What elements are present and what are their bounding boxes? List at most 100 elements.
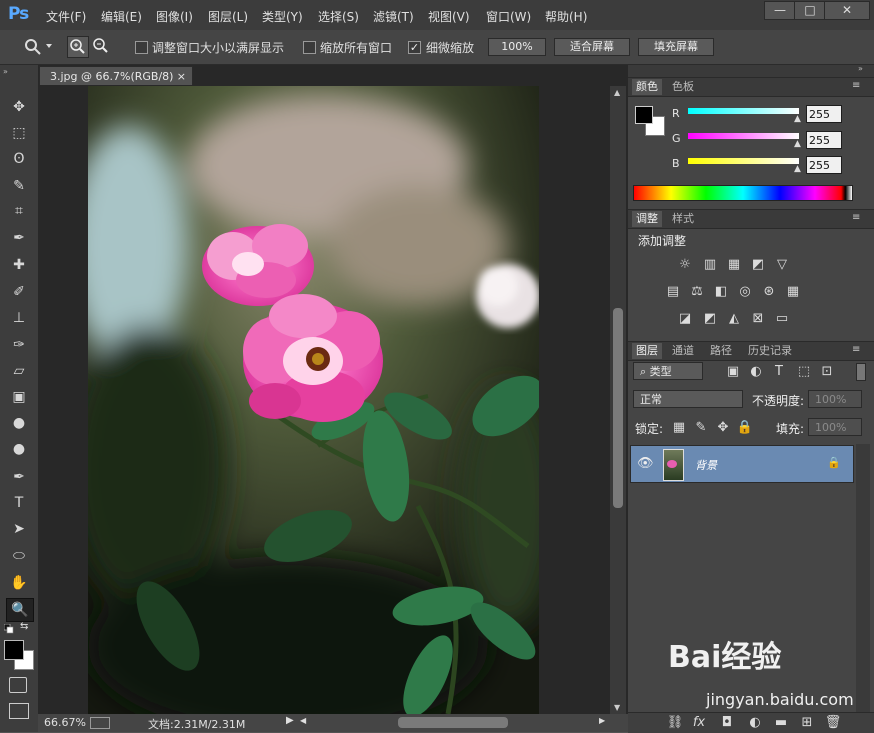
menu-type[interactable]: 类型(Y): [262, 8, 303, 25]
zoom-all-windows-checkbox[interactable]: [303, 41, 316, 54]
tab-styles[interactable]: 样式: [668, 211, 698, 227]
tab-layers[interactable]: 图层: [632, 343, 662, 359]
close-window-button[interactable]: ✕: [824, 1, 870, 20]
lock-transparent-icon[interactable]: ▦: [670, 421, 688, 435]
healing-brush-tool[interactable]: ✚: [6, 254, 32, 276]
color-foreground-swatch[interactable]: [635, 106, 653, 124]
scroll-down-icon[interactable]: ▼: [614, 703, 620, 712]
lock-all-icon[interactable]: 🔒: [736, 421, 754, 435]
marquee-tool[interactable]: ⬚: [6, 122, 32, 144]
clone-stamp-tool[interactable]: ⊥: [6, 307, 32, 329]
menu-help[interactable]: 帮助(H): [545, 8, 587, 25]
brush-tool[interactable]: ✐: [6, 281, 32, 303]
filter-type-icon[interactable]: T: [770, 365, 788, 379]
scroll-right-icon[interactable]: ▶: [599, 716, 605, 725]
document-tab[interactable]: 3.jpg @ 66.7%(RGB/8) ×: [39, 66, 193, 85]
pen-tool[interactable]: ✒: [6, 466, 32, 488]
brightness-contrast-icon[interactable]: ☼: [676, 258, 694, 272]
curves-icon[interactable]: ▦: [725, 258, 743, 272]
scrubby-zoom-checkbox[interactable]: ✓: [408, 41, 421, 54]
status-menu-arrow-icon[interactable]: ▶: [286, 715, 294, 726]
filter-toggle[interactable]: [856, 363, 866, 381]
black-white-icon[interactable]: ◧: [712, 285, 730, 299]
filter-smart-object-icon[interactable]: ⊡: [818, 365, 836, 379]
slider-handle-icon[interactable]: ▲: [794, 114, 801, 124]
zoom-out-icon[interactable]: [91, 36, 111, 56]
lock-image-icon[interactable]: ✎: [692, 421, 710, 435]
exposure-icon[interactable]: ◩: [749, 258, 767, 272]
threshold-icon[interactable]: ◭: [725, 312, 743, 326]
invert-icon[interactable]: ◪: [676, 312, 694, 326]
fill-field[interactable]: 100%: [808, 418, 862, 436]
new-adjustment-icon[interactable]: ◐: [746, 716, 764, 730]
slider-handle-icon[interactable]: ▲: [794, 139, 801, 149]
trash-icon[interactable]: 🗑: [824, 716, 842, 730]
share-icon[interactable]: [90, 717, 110, 729]
eraser-tool[interactable]: ▱: [6, 360, 32, 382]
menu-view[interactable]: 视图(V): [428, 8, 470, 25]
menu-window[interactable]: 窗口(W): [486, 8, 531, 25]
move-tool[interactable]: ✥: [6, 96, 32, 118]
posterize-icon[interactable]: ◩: [701, 312, 719, 326]
menu-layer[interactable]: 图层(L): [208, 8, 248, 25]
horizontal-scroll-thumb[interactable]: [398, 717, 508, 728]
ellipse-tool[interactable]: ⬭: [6, 545, 32, 567]
menu-select[interactable]: 选择(S): [318, 8, 359, 25]
crop-tool[interactable]: ⌗: [6, 200, 32, 222]
menu-edit[interactable]: 编辑(E): [101, 8, 142, 25]
foreground-color-swatch[interactable]: [4, 640, 24, 660]
gradient-tool[interactable]: ▣: [6, 386, 32, 408]
tab-swatches[interactable]: 色板: [668, 79, 698, 95]
scroll-left-icon[interactable]: ◀: [300, 716, 306, 725]
fit-screen-button[interactable]: 适合屏幕: [554, 38, 630, 56]
filter-pixel-icon[interactable]: ▣: [724, 365, 742, 379]
zoom-tool[interactable]: 🔍: [6, 598, 34, 622]
scroll-up-icon[interactable]: ▲: [614, 88, 620, 97]
channel-r-slider[interactable]: [688, 108, 799, 114]
color-spectrum-bar[interactable]: [633, 185, 853, 201]
add-mask-icon[interactable]: ◘: [718, 716, 736, 730]
zoom-level[interactable]: 66.67%: [44, 716, 86, 729]
color-balance-icon[interactable]: ⚖: [688, 285, 706, 299]
menu-image[interactable]: 图像(I): [156, 8, 193, 25]
tab-adjustments[interactable]: 调整: [632, 211, 662, 227]
fx-icon[interactable]: fx: [690, 716, 708, 730]
resize-windows-checkbox[interactable]: [135, 41, 148, 54]
chevron-down-icon[interactable]: [46, 44, 52, 48]
lock-position-icon[interactable]: ✥: [714, 421, 732, 435]
collapse-icon[interactable]: »: [3, 67, 8, 76]
new-group-icon[interactable]: ▬: [772, 716, 790, 730]
filter-adjustment-icon[interactable]: ◐: [747, 365, 765, 379]
layer-row[interactable]: 👁 背景 🔒: [630, 445, 854, 483]
path-select-tool[interactable]: ➤: [6, 518, 32, 540]
eye-icon[interactable]: 👁: [637, 456, 654, 471]
tab-color[interactable]: 颜色: [632, 79, 662, 95]
panel-menu-icon[interactable]: ≡: [852, 344, 860, 355]
panel-menu-icon[interactable]: ≡: [852, 212, 860, 223]
screen-mode-icon[interactable]: [9, 703, 29, 719]
quick-mask-icon[interactable]: [9, 677, 27, 693]
history-brush-tool[interactable]: ✑: [6, 334, 32, 356]
new-layer-icon[interactable]: ⊞: [798, 716, 816, 730]
swap-colors-icon[interactable]: ⇆: [20, 621, 28, 632]
opacity-field[interactable]: 100%: [808, 390, 862, 408]
minimize-button[interactable]: —: [764, 1, 796, 20]
slider-handle-icon[interactable]: ▲: [794, 164, 801, 174]
quick-select-tool[interactable]: ✎: [6, 175, 32, 197]
fill-screen-button[interactable]: 填充屏幕: [638, 38, 714, 56]
hand-tool[interactable]: ✋: [6, 572, 32, 594]
dodge-tool[interactable]: ●: [6, 438, 32, 460]
eyedropper-tool[interactable]: ✒: [6, 227, 32, 249]
layers-scrollbar[interactable]: [856, 444, 870, 712]
channel-g-slider[interactable]: [688, 133, 799, 139]
hue-saturation-icon[interactable]: ▤: [664, 285, 682, 299]
zoom-tool-preset-icon[interactable]: [24, 38, 42, 56]
color-lookup-icon[interactable]: ▦: [784, 285, 802, 299]
channel-b-value[interactable]: 255: [806, 156, 842, 174]
zoom-100-button[interactable]: 100%: [488, 38, 546, 56]
tab-history[interactable]: 历史记录: [744, 343, 796, 359]
type-tool[interactable]: T: [6, 492, 32, 514]
panel-menu-icon[interactable]: ≡: [852, 80, 860, 91]
lasso-tool[interactable]: ʘ: [6, 148, 32, 170]
default-colors-icon[interactable]: [3, 623, 14, 634]
